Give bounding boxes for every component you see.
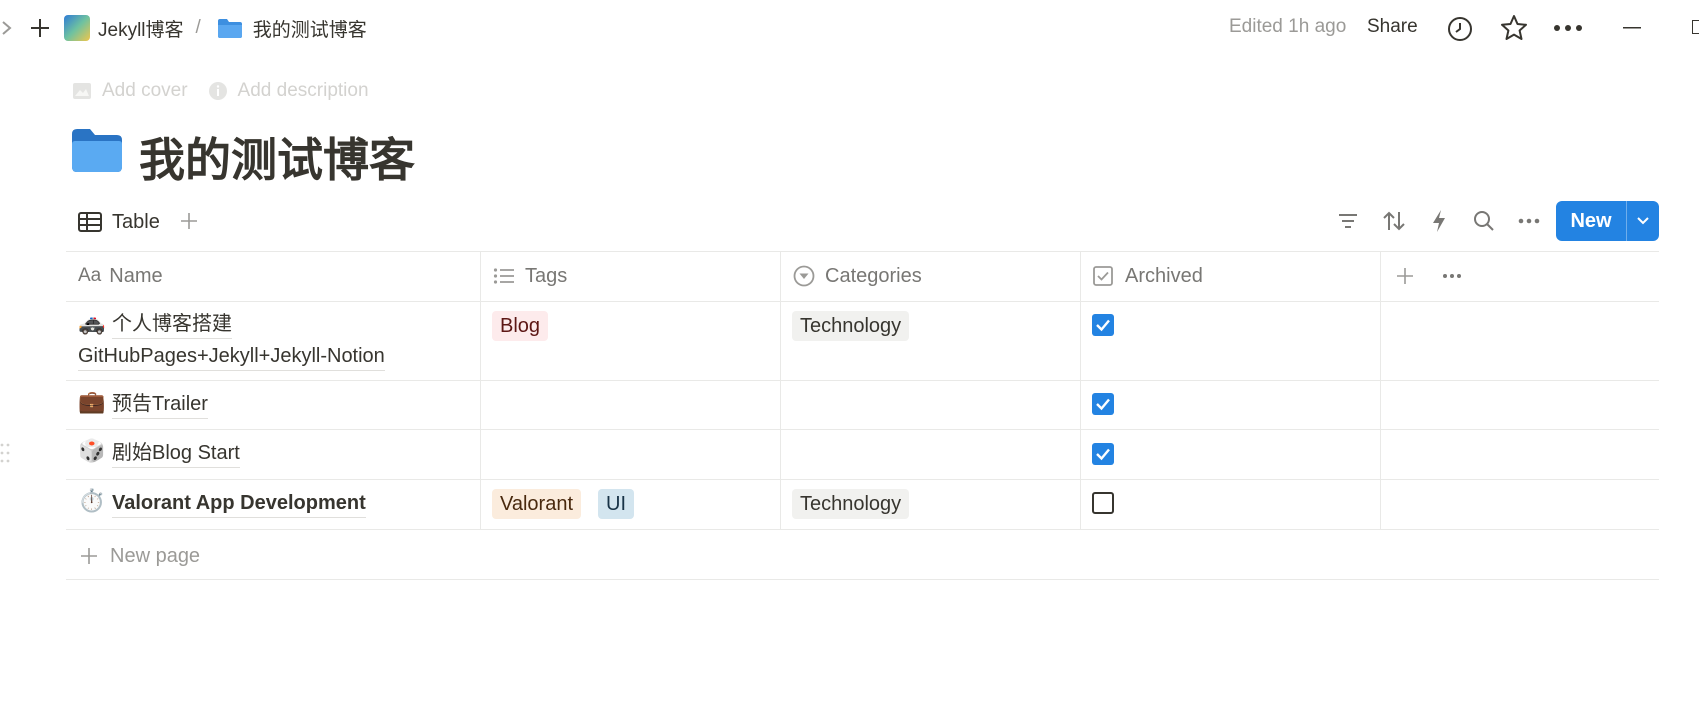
minimize-icon[interactable] — [1620, 14, 1644, 42]
row-name[interactable]: Valorant App Development — [112, 489, 366, 518]
breadcrumb: Jekyll博客 / 我的测试博客 — [64, 14, 367, 42]
column-header-categories[interactable]: Categories — [793, 262, 922, 290]
top-bar: Jekyll博客 / 我的测试博客 Edited 1h ago Share — [0, 0, 1699, 56]
breadcrumb-page[interactable]: 我的测试博客 — [253, 15, 367, 42]
new-page-row[interactable]: New page — [80, 542, 200, 570]
column-header-label: Name — [109, 264, 163, 287]
sort-icon[interactable] — [1381, 208, 1407, 234]
table-row[interactable]: ⏱️ Valorant App Development Valorant UI … — [66, 480, 1659, 529]
more-options-icon[interactable] — [1552, 14, 1584, 42]
table-row[interactable]: 💼 预告Trailer — [66, 381, 1659, 429]
image-icon — [72, 81, 92, 101]
row-name-continued[interactable]: GitHubPages+Jekyll+Jekyll-Notion — [78, 342, 385, 371]
category-technology[interactable]: Technology — [792, 311, 910, 341]
workspace-logo-icon — [64, 15, 90, 41]
search-icon[interactable] — [1472, 208, 1496, 234]
add-view-plus-icon[interactable] — [178, 208, 200, 234]
table-bottom-border — [66, 579, 1659, 580]
archived-checkbox-checked[interactable] — [1092, 393, 1114, 415]
view-more-options-icon[interactable] — [1516, 208, 1542, 234]
edited-timestamp: Edited 1h ago — [1229, 16, 1347, 37]
category-technology[interactable]: Technology — [792, 489, 910, 519]
column-header-name[interactable]: Aa Name — [78, 262, 163, 290]
share-button[interactable]: Share — [1367, 16, 1418, 38]
column-header-archived[interactable]: Archived — [1093, 262, 1203, 290]
breadcrumb-workspace[interactable]: Jekyll博客 — [98, 15, 184, 42]
view-tab-table[interactable]: Table — [78, 208, 160, 236]
new-page-label: New page — [110, 544, 201, 567]
table-row[interactable]: 🎲 剧始Blog Start — [66, 430, 1659, 479]
column-header-label: Categories — [825, 264, 922, 287]
page-title[interactable]: 我的测试博客 — [139, 124, 415, 190]
forward-arrow-icon[interactable] — [0, 14, 14, 42]
info-icon — [208, 81, 228, 101]
table-top-border — [66, 251, 1659, 252]
select-icon — [793, 265, 815, 287]
tag-ui[interactable]: UI — [598, 489, 634, 519]
add-property-plus-icon[interactable] — [1394, 264, 1416, 288]
checkbox-icon — [1093, 266, 1113, 286]
briefcase-icon: 💼 — [78, 389, 106, 414]
add-description-button[interactable]: Add description — [238, 80, 369, 102]
filter-icon[interactable] — [1336, 208, 1360, 234]
property-more-icon[interactable] — [1440, 264, 1464, 288]
tag-blog[interactable]: Blog — [492, 311, 549, 341]
row-name[interactable]: 剧始Blog Start — [112, 439, 240, 468]
star-icon[interactable] — [1500, 14, 1528, 42]
column-header-tags[interactable]: Tags — [493, 262, 567, 290]
column-header-label: Tags — [525, 264, 568, 287]
stopwatch-icon: ⏱️ — [78, 488, 106, 513]
page-actions: Add cover Add description — [72, 78, 369, 104]
table-row[interactable]: 🚓 个人博客搭建 GitHubPages+Jekyll+Jekyll-Notio… — [66, 302, 1659, 380]
text-property-icon: Aa — [78, 265, 102, 286]
clock-history-icon[interactable] — [1446, 15, 1474, 43]
list-icon — [493, 267, 515, 285]
row-divider — [66, 529, 1659, 530]
chevron-down-icon[interactable] — [1627, 216, 1659, 226]
automation-lightning-icon[interactable] — [1428, 208, 1450, 234]
archived-checkbox-checked[interactable] — [1092, 443, 1114, 465]
new-button-label: New — [1570, 209, 1612, 232]
new-page-plus-icon[interactable] — [26, 14, 54, 42]
plus-icon — [80, 547, 98, 565]
police-car-icon: 🚓 — [78, 310, 106, 335]
view-tab-label: Table — [112, 210, 160, 233]
dice-icon: 🎲 — [78, 438, 106, 463]
archived-checkbox-unchecked[interactable] — [1092, 492, 1114, 514]
folder-icon — [217, 17, 243, 39]
row-name[interactable]: 个人博客搭建 — [112, 310, 232, 339]
row-name[interactable]: 预告Trailer — [112, 390, 208, 419]
column-header-label: Archived — [1125, 264, 1203, 287]
archived-checkbox-checked[interactable] — [1092, 314, 1114, 336]
drag-handle-icon[interactable] — [0, 441, 10, 470]
tag-valorant[interactable]: Valorant — [492, 489, 582, 519]
restore-window-icon[interactable] — [1692, 20, 1699, 34]
new-button[interactable]: New — [1556, 201, 1659, 241]
add-cover-button[interactable]: Add cover — [102, 80, 188, 102]
table-icon — [78, 212, 102, 232]
breadcrumb-separator: / — [195, 17, 201, 38]
page-folder-icon[interactable] — [70, 126, 124, 179]
